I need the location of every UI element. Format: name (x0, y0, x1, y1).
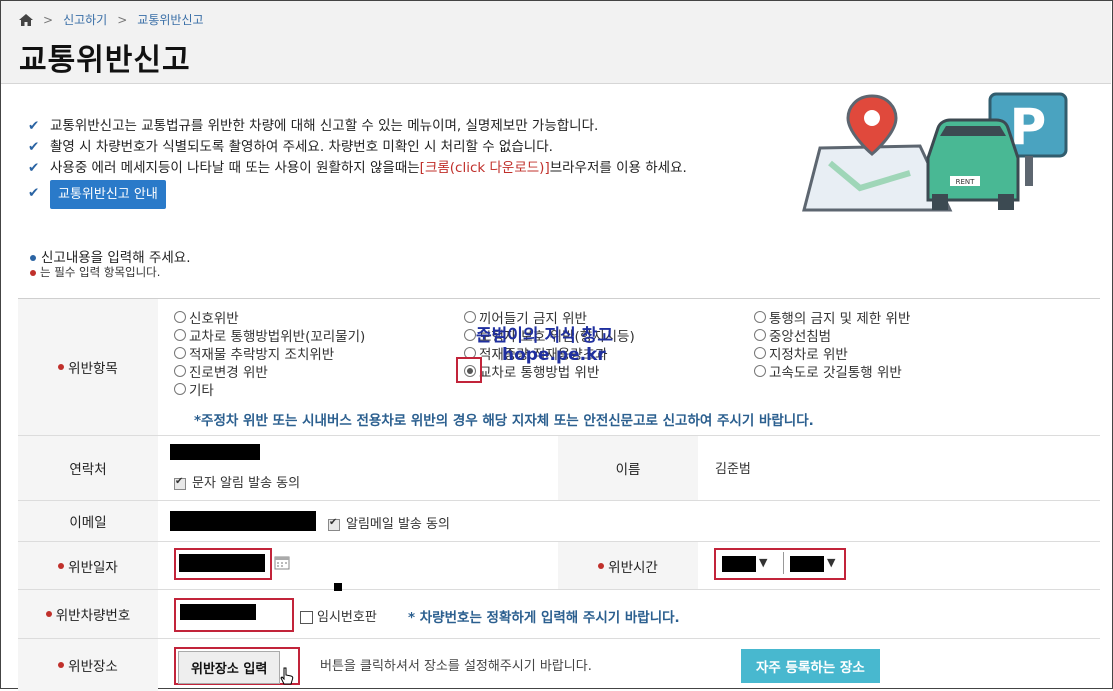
check-icon: ✔ (28, 184, 40, 201)
email-row: 이메일 알림메일 발송 동의 (18, 501, 1100, 542)
required-dot-icon (58, 662, 65, 668)
minute-select[interactable] (790, 556, 824, 572)
check-icon: ✔ (28, 160, 40, 176)
required-dot-icon (45, 611, 52, 617)
place-row: 위반장소 위반장소 입력 버튼을 클릭하셔서 장소를 설정해주시기 바랍니다. … (18, 639, 1100, 691)
radio-etc[interactable]: 기타 (174, 379, 214, 399)
radio-center-line[interactable]: 중앙선침범 (754, 325, 831, 345)
date-input[interactable] (179, 554, 265, 572)
parking-car-illustration: P RENT (802, 92, 1068, 212)
page-title: 교통위반신고 (19, 43, 191, 78)
date-label: 위반일자 (18, 542, 158, 589)
check-icon: ✔ (28, 118, 40, 134)
select-divider (783, 552, 784, 574)
plate-label: 위반차량번호 (18, 590, 158, 638)
watermark-line2: hope.pe.kr (502, 345, 606, 365)
name-label: 이름 (558, 436, 698, 500)
bullet-icon (30, 255, 36, 261)
radio-designated-lane[interactable]: 지정차로 위반 (754, 343, 848, 363)
violation-row: 위반항목 신호위반 교차로 통행방법위반(꼬리물기) 적재물 추락방지 조치위반… (18, 299, 1100, 436)
page-header: > 신고하기 > 교통위반신고 교통위반신고 (1, 1, 1111, 84)
report-form: 위반항목 신호위반 교차로 통행방법위반(꼬리물기) 적재물 추락방지 조치위반… (18, 298, 1100, 691)
note-item: 교통위반신고는 교통법규를 위반한 차량에 대해 신고할 수 있는 메뉴이며, … (50, 118, 599, 134)
chevron-right-icon: > (117, 12, 128, 27)
time-label: 위반시간 (558, 542, 698, 589)
required-dot-icon (58, 364, 65, 370)
name-value: 김준범 (715, 462, 751, 477)
plate-input[interactable] (180, 604, 256, 620)
required-dot-icon (58, 562, 65, 569)
note-item: 사용중 에러 메세지등이 나타날 때 또는 사용이 원활하지 않을때는 (50, 160, 420, 176)
breadcrumb-item-traffic[interactable]: 교통위반신고 (137, 11, 203, 28)
note-item: 브라우저를 이용 하세요. (549, 160, 687, 176)
hour-select[interactable] (722, 556, 756, 572)
radio-signal[interactable]: 신호위반 (174, 307, 239, 327)
sms-consent-checkbox[interactable] (174, 476, 186, 490)
temp-plate-option[interactable]: 임시번호판 (300, 606, 377, 625)
svg-text:RENT: RENT (956, 178, 976, 186)
radio-shoulder[interactable]: 고속도로 갓길통행 위반 (754, 361, 902, 381)
watermark-line1: 준범이의 지식 창고 (476, 326, 613, 346)
guide-button[interactable]: 교통위반신고 안내 (50, 179, 166, 209)
home-icon[interactable] (19, 13, 33, 26)
check-icon: ✔ (28, 139, 40, 155)
notice-list: ✔ 교통위반신고는 교통법규를 위반한 차량에 대해 신고할 수 있는 메뉴이며,… (28, 116, 687, 209)
calendar-icon[interactable] (274, 554, 290, 570)
temp-plate-checkbox[interactable] (300, 611, 313, 624)
chevron-down-icon: ▼ (759, 556, 768, 569)
sms-consent[interactable]: 문자 알림 발송 동의 (174, 472, 300, 491)
violation-label: 위반항목 (18, 299, 158, 435)
frequent-place-button[interactable]: 자주 등록하는 장소 (741, 649, 880, 683)
pointer-cursor-icon (280, 667, 294, 685)
email-input[interactable] (170, 511, 316, 531)
place-label: 위반장소 (18, 639, 158, 691)
breadcrumb: > 신고하기 > 교통위반신고 (19, 11, 204, 28)
plate-note: * 차량번호는 정확하게 입력해 주시기 바랍니다. (408, 610, 680, 626)
radio-lane-change[interactable]: 진로변경 위반 (174, 361, 268, 381)
required-dot-icon (598, 562, 605, 569)
email-label: 이메일 (18, 501, 158, 541)
required-hint: 는 필수 입력 항목입니다. (30, 264, 160, 280)
phone-input[interactable] (170, 444, 260, 460)
input-hint: 신고내용을 입력해 주세요. (30, 246, 191, 266)
plate-row: 위반차량번호 임시번호판 * 차량번호는 정확하게 입력해 주시기 바랍니다. (18, 590, 1100, 639)
violation-notice: *주정차 위반 또는 시내버스 전용차로 위반의 경우 해당 지자체 또는 안전… (194, 413, 814, 429)
radio-no-passage[interactable]: 통행의 금지 및 제한 위반 (754, 307, 910, 327)
selected-radio-highlight (456, 357, 482, 383)
radio-intersection-tail[interactable]: 교차로 통행방법위반(꼬리물기) (174, 325, 365, 345)
note-item: 촬영 시 차량번호가 식별되도록 촬영하여 주세요. 차량번호 미확인 시 처리… (50, 139, 553, 155)
date-row: 위반일자 위반시간 ▼ ▼ (18, 542, 1100, 590)
place-help: 버튼을 클릭하셔서 장소를 설정해주시기 바랍니다. (320, 659, 592, 674)
mail-consent-checkbox[interactable] (328, 517, 340, 531)
mail-consent[interactable]: 알림메일 발송 동의 (328, 513, 450, 532)
required-dot-icon (30, 269, 36, 276)
required-hint-text: 는 필수 입력 항목입니다. (40, 265, 161, 279)
breadcrumb-item-report[interactable]: 신고하기 (63, 11, 107, 28)
contact-row: 연락처 문자 알림 발송 동의 이름 김준범 (18, 436, 1100, 501)
chrome-download-link[interactable]: [크롬(click 다운로드)] (420, 158, 550, 179)
chevron-down-icon: ▼ (827, 556, 836, 569)
place-input-button[interactable]: 위반장소 입력 (178, 651, 281, 684)
radio-cargo-fall[interactable]: 적재물 추락방지 조치위반 (174, 343, 334, 363)
contact-label: 연락처 (18, 436, 158, 500)
chevron-right-icon: > (43, 12, 54, 27)
